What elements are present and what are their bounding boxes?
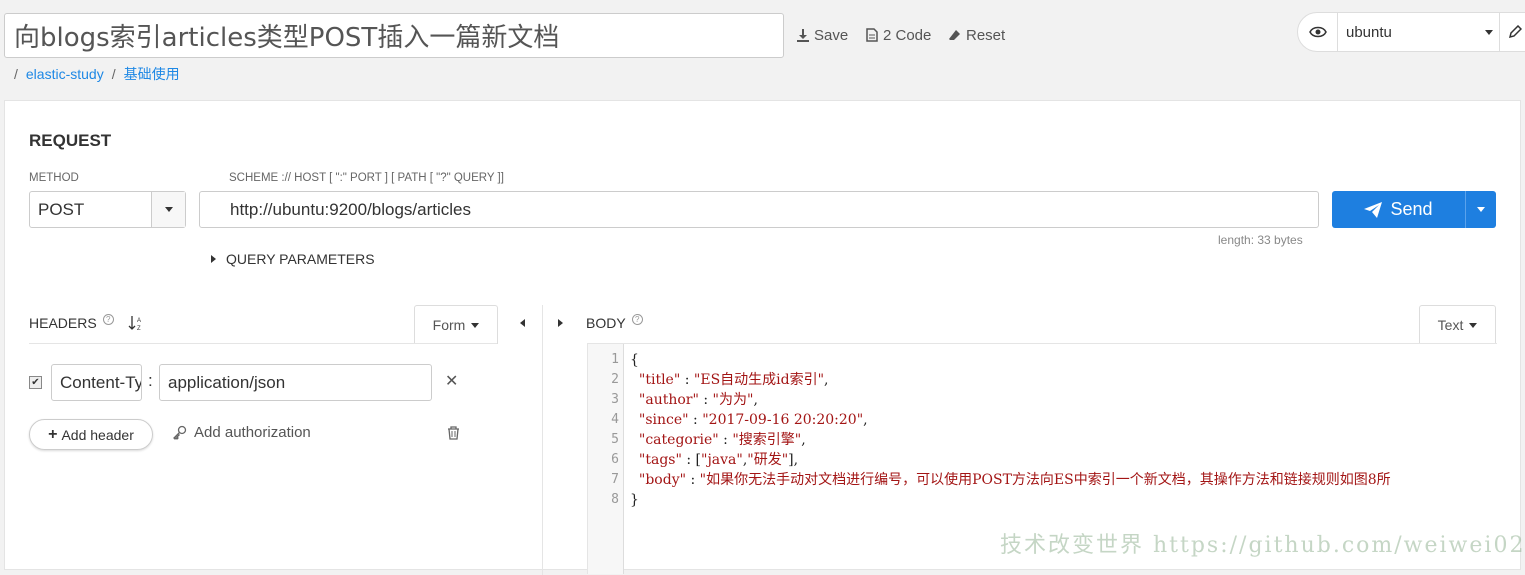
line-number: 3 [611,392,619,407]
close-icon[interactable]: ✕ [445,371,458,391]
environment-select[interactable]: ubuntu [1338,13,1500,51]
code-line: "tags" : ["java","研发"], [638,452,799,468]
send-main[interactable]: Send [1332,199,1465,220]
section-title: REQUEST [29,131,112,150]
body-label: BODY ? [586,313,643,331]
svg-text:Z: Z [137,326,141,331]
header-separator: : [148,371,153,390]
line-number: 6 [611,452,619,467]
query-parameters-toggle[interactable]: QUERY PARAMETERS [211,251,375,267]
code-line: "body" : "如果你无法手动对文档进行编号，可以使用POST方法向ES中索… [638,472,1391,488]
method-select[interactable]: POST [29,191,186,228]
environment-selector: ubuntu [1297,12,1525,52]
key-icon [173,425,187,440]
eraser-icon [949,30,960,40]
code-line: "author" : "为为", [638,392,758,408]
headers-label: HEADERS ? AZ [29,313,144,331]
watermark: 技术改变世界 https://github.com/weiwei02 [1000,533,1525,558]
chevron-down-icon [164,207,173,212]
method-value: POST [38,199,85,219]
trash-icon[interactable] [447,426,460,440]
divider [29,343,497,344]
line-number: 4 [611,412,619,427]
save-label: Save [814,26,849,44]
breadcrumb-folder[interactable]: 基础使用 [124,64,180,84]
breadcrumb-project[interactable]: elastic-study [26,66,104,82]
sort-alpha-icon[interactable]: AZ [128,315,144,331]
code-line: { [630,352,639,368]
method-label: METHOD [29,172,79,184]
url-input[interactable]: http://ubuntu:9200/blogs/articles [199,191,1319,228]
url-length: length: 33 bytes [1218,233,1303,247]
chevron-down-icon [1469,322,1478,328]
request-panel: REQUEST METHOD SCHEME :// HOST [ ":" POR… [4,100,1521,575]
line-number: 2 [611,372,619,387]
code-line: "title" : "ES自动生成id索引", [638,372,829,388]
help-icon[interactable]: ? [631,313,643,325]
header-key-input[interactable]: Content-Type [51,364,142,401]
code-line: } [630,492,639,508]
line-number: 7 [611,472,619,487]
add-header-label: Add header [61,426,134,443]
url-hint-label: SCHEME :// HOST [ ":" PORT ] [ PATH [ "?… [229,172,504,184]
file-icon [866,28,878,42]
plus-icon: + [48,425,58,443]
send-dropdown[interactable] [1465,191,1496,228]
line-number: 8 [611,492,619,507]
code-line: "since" : "2017-09-16 20:20:20", [638,412,868,428]
method-dropdown[interactable] [151,192,185,227]
reset-button[interactable]: Reset [948,24,1005,46]
eye-icon[interactable] [1298,13,1338,51]
body-title: BODY [586,315,626,331]
headers-title: HEADERS [29,315,97,331]
pane-divider[interactable] [542,305,543,575]
collapse-right-icon[interactable] [558,319,563,327]
breadcrumb-separator: / [111,66,116,82]
environment-value: ubuntu [1346,23,1392,41]
caret-right-icon [211,255,216,263]
paper-plane-icon [1364,201,1383,218]
line-number: 5 [611,432,619,447]
headers-mode-button[interactable]: Form [414,305,498,344]
line-number: 1 [611,352,619,367]
chevron-down-icon [1477,207,1485,212]
add-header-button[interactable]: + Add header [29,419,153,450]
top-bar: 向blogs索引articles类型POST插入一篇新文档 Save 2 Cod… [0,0,1525,95]
request-name-input[interactable]: 向blogs索引articles类型POST插入一篇新文档 [4,13,784,58]
reset-label: Reset [966,26,1006,44]
header-value-input[interactable]: application/json [159,364,432,401]
body-mode-button[interactable]: Text [1419,305,1496,344]
line-number-gutter: 1 2 3 4 5 6 7 8 [588,344,624,574]
headers-mode-label: Form [432,317,466,333]
send-label: Send [1390,199,1433,219]
add-authorization-label: Add authorization [194,424,311,441]
download-icon [797,29,809,42]
header-enabled-checkbox[interactable]: ✔ [29,376,42,389]
code-button[interactable]: 2 Code [865,24,931,46]
save-button[interactable]: Save [796,24,848,46]
query-parameters-label: QUERY PARAMETERS [226,251,375,267]
send-button[interactable]: Send [1332,191,1496,228]
chevron-down-icon [471,322,480,328]
breadcrumb-separator: / [14,66,18,82]
body-mode-label: Text [1437,317,1464,333]
svg-text:A: A [137,318,141,324]
code-label: 2 Code [883,26,932,44]
chevron-down-icon [1485,30,1493,35]
add-authorization-button[interactable]: Add authorization [172,424,311,441]
breadcrumb: / elastic-study / 基础使用 [14,64,180,84]
help-icon[interactable]: ? [102,313,114,325]
code-line: "categorie" : "搜索引擎", [638,432,806,448]
edit-icon[interactable] [1500,13,1525,51]
collapse-left-icon[interactable] [520,319,525,327]
